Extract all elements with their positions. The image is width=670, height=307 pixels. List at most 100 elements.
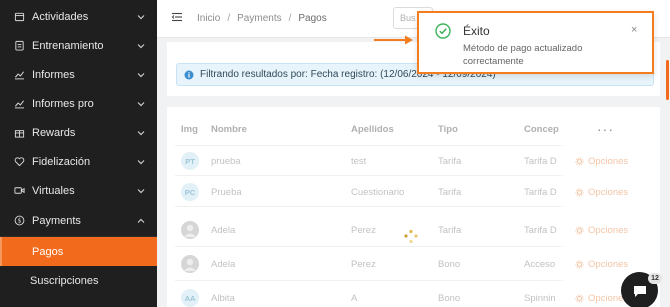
video-icon — [14, 185, 25, 196]
svg-text:$: $ — [18, 218, 22, 225]
cell-nombre: Prueba — [211, 187, 242, 198]
options-button[interactable]: Opciones — [575, 259, 628, 270]
toast-title: Éxito — [463, 24, 490, 38]
sidebar-item-label: Rewards — [32, 126, 76, 139]
divider — [175, 280, 563, 281]
options-button[interactable]: Opciones — [575, 293, 628, 304]
menu-collapse-icon[interactable] — [171, 11, 183, 23]
breadcrumb-inicio[interactable]: Inicio — [197, 13, 220, 24]
cell-concepto: Tarifa D — [524, 187, 557, 198]
cell-apellidos: A — [351, 293, 358, 304]
sidebar-item-label: Fidelización — [32, 155, 91, 168]
sidebar-item-virtuales[interactable]: Virtuales — [0, 176, 157, 205]
avatar: PC — [181, 183, 199, 201]
cell-tipo: Tarifa — [438, 225, 462, 236]
cell-apellidos: Cuestionario — [351, 187, 405, 198]
sidebar-item-label: Virtuales — [32, 184, 75, 197]
gear-icon — [575, 226, 584, 235]
column-header-tipo[interactable]: Tipo — [438, 124, 458, 135]
avatar — [181, 221, 199, 239]
info-icon — [184, 70, 194, 79]
divider — [175, 246, 563, 247]
sidebar-item-fidelizacion[interactable]: Fidelización — [0, 147, 157, 176]
chevron-down-icon — [137, 72, 145, 77]
cell-concepto: Acceso — [524, 259, 556, 270]
divider — [175, 206, 563, 207]
options-button[interactable]: Opciones — [575, 187, 628, 198]
user-photo-icon — [184, 224, 196, 237]
chevron-up-icon — [137, 218, 145, 223]
options-button[interactable]: Opciones — [575, 225, 628, 236]
divider — [175, 145, 563, 146]
avatar — [181, 255, 199, 273]
more-options-icon[interactable]: ··· — [597, 121, 614, 137]
options-label: Opciones — [588, 156, 629, 167]
cell-tipo: Bono — [438, 293, 461, 304]
sidebar-item-actividades[interactable]: Actividades — [0, 2, 157, 31]
sidebar: Actividades Entrenamiento Informes Infor… — [0, 0, 157, 307]
cell-concepto: Tarifa D — [524, 225, 557, 236]
options-label: Opciones — [588, 259, 629, 270]
cell-concepto: Spinnin — [524, 293, 556, 304]
gift-icon — [14, 127, 25, 138]
dollar-circle-icon: $ — [14, 215, 25, 226]
cell-tipo: Tarifa — [438, 187, 462, 198]
options-label: Opciones — [588, 225, 629, 236]
sidebar-subitem-pagos[interactable]: Pagos — [0, 237, 157, 266]
breadcrumb-pagos: Pagos — [298, 13, 327, 24]
payments-table: Img Nombre Apellidos Tipo Concep PT prue… — [167, 107, 660, 307]
chevron-down-icon — [137, 43, 145, 48]
chevron-down-icon — [137, 14, 145, 19]
divider — [175, 175, 563, 176]
gear-icon — [575, 294, 584, 303]
breadcrumb-payments[interactable]: Payments — [237, 13, 281, 24]
column-header-nombre[interactable]: Nombre — [211, 124, 247, 135]
gear-icon — [575, 260, 584, 269]
column-header-apellidos[interactable]: Apellidos — [351, 124, 394, 135]
cell-tipo: Tarifa — [438, 156, 462, 167]
cell-nombre: Albita — [211, 293, 235, 304]
sidebar-item-entrenamiento[interactable]: Entrenamiento — [0, 31, 157, 60]
sidebar-item-label: Entrenamiento — [32, 39, 104, 52]
clipboard-icon — [14, 40, 25, 51]
sidebar-item-label: Informes — [32, 68, 75, 81]
column-header-concepto[interactable]: Concep — [524, 124, 559, 135]
cell-nombre: Adela — [211, 259, 236, 270]
cell-tipo: Bono — [438, 259, 461, 270]
cell-apellidos: Perez — [351, 225, 376, 236]
toast-message: Método de pago actualizado correctamente — [463, 43, 583, 67]
chevron-down-icon — [137, 130, 145, 135]
sidebar-item-label: Actividades — [32, 10, 89, 23]
annotation-arrow-icon — [374, 35, 413, 45]
check-circle-icon — [435, 23, 451, 39]
chevron-down-icon — [137, 159, 145, 164]
cell-concepto: Tarifa D — [524, 156, 557, 167]
scrollbar[interactable] — [666, 60, 669, 100]
gear-icon — [575, 188, 584, 197]
sidebar-subitem-suscripciones[interactable]: Suscripciones — [0, 266, 157, 295]
cell-nombre: prueba — [211, 156, 241, 167]
chart-line-icon — [14, 98, 25, 109]
chart-line-icon — [14, 69, 25, 80]
breadcrumb: Inicio / Payments / Pagos — [197, 13, 327, 24]
sidebar-item-informes-pro[interactable]: Informes pro — [0, 89, 157, 118]
cell-apellidos: test — [351, 156, 367, 167]
chat-bubble-icon — [633, 285, 646, 297]
chat-unread-badge: 12 — [648, 273, 662, 284]
heart-icon — [14, 156, 25, 167]
sidebar-item-informes[interactable]: Informes — [0, 60, 157, 89]
cell-nombre: Adela — [211, 225, 236, 236]
user-photo-icon — [184, 258, 196, 271]
sidebar-item-payments[interactable]: $ Payments — [0, 206, 157, 235]
chevron-down-icon — [137, 101, 145, 106]
cell-apellidos: Perez — [351, 259, 376, 270]
options-label: Opciones — [588, 187, 629, 198]
loading-spinner-icon — [404, 229, 418, 244]
calendar-icon — [14, 11, 25, 22]
column-header-img: Img — [181, 124, 198, 135]
chevron-down-icon — [137, 188, 145, 193]
close-icon[interactable]: × — [631, 24, 637, 36]
gear-icon — [575, 157, 584, 166]
options-button[interactable]: Opciones — [575, 156, 628, 167]
sidebar-item-rewards[interactable]: Rewards — [0, 118, 157, 147]
